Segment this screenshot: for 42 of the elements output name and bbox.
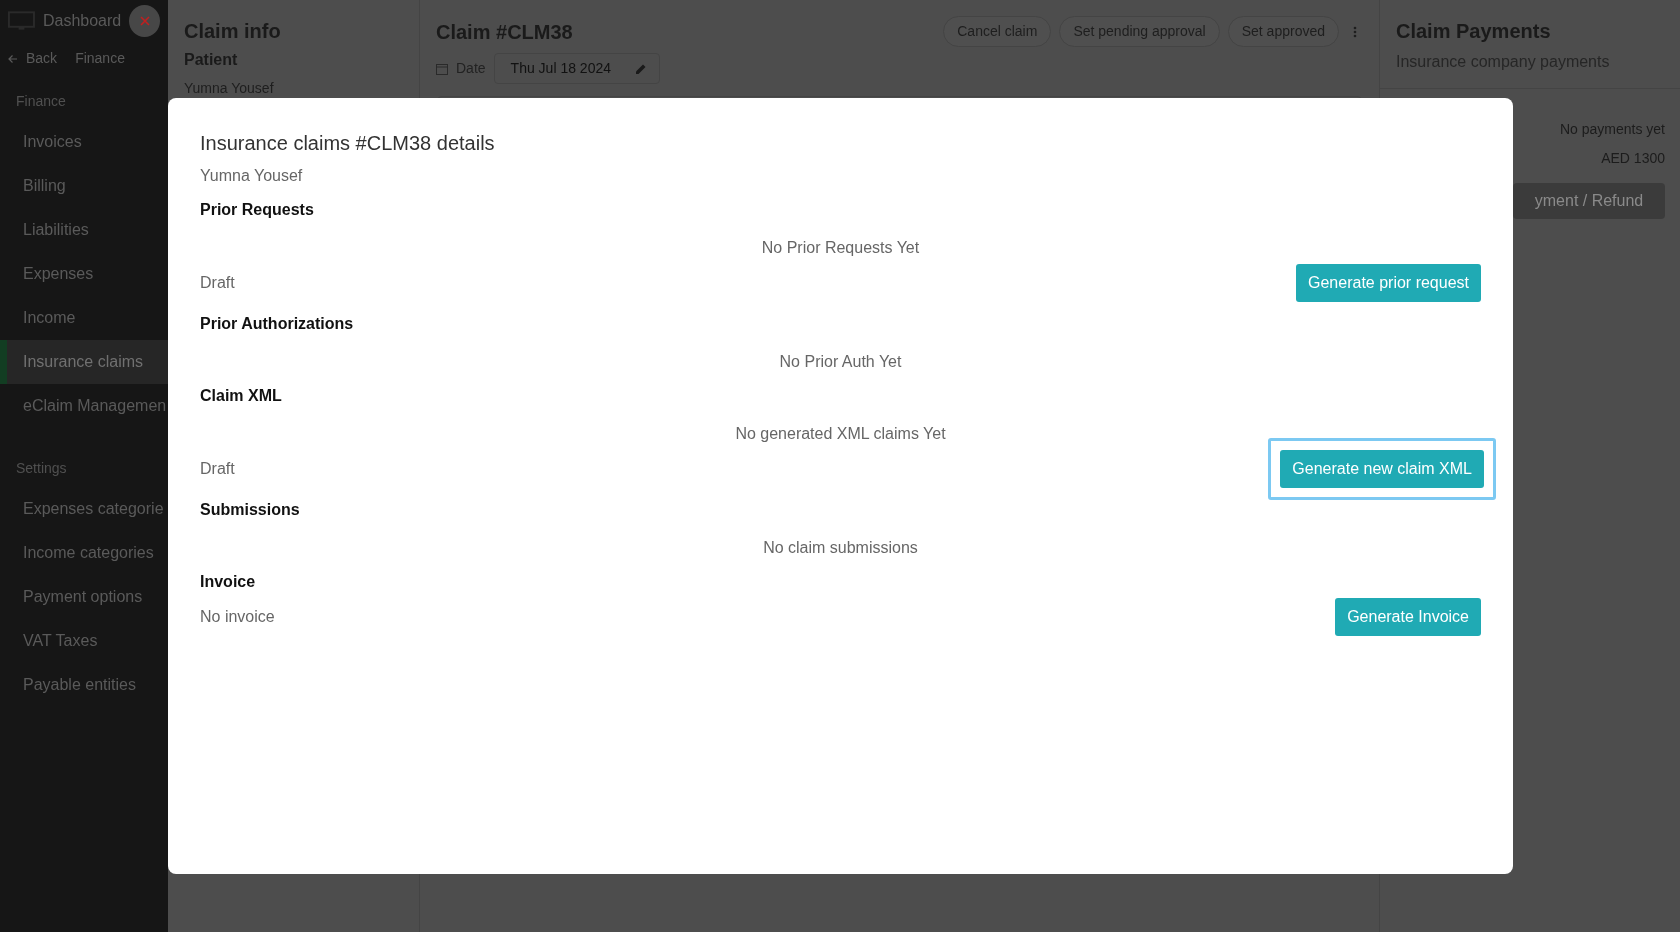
section-heading: Prior Authorizations [200,314,355,334]
sidebar-item[interactable]: Invoices [0,120,168,164]
modal-title: Insurance claims #CLM38 details [200,131,496,156]
calendar-icon [436,62,448,75]
close-button[interactable] [129,5,160,37]
section-header: Finance [15,92,67,111]
date-field[interactable]: Thu Jul 18 2024 [493,53,660,84]
section-heading: Invoice [200,572,257,592]
sidebar-item[interactable]: Payable entities [0,663,168,707]
sidebar-item[interactable]: Payment options [0,575,168,619]
sidebar-item[interactable]: Income categories [0,531,168,575]
section-heading: Prior Requests [200,200,315,220]
app-title: Dashboard [42,11,122,31]
status-label: Draft [200,459,235,479]
empty-message: No claim submissions [762,538,919,558]
section-heading: Submissions [200,500,301,520]
generate-button[interactable]: Generate new claim XML [1280,450,1484,488]
sidebar-item[interactable]: Insurance claims [0,340,168,384]
status-label: Draft [200,273,235,293]
section-heading: Claim XML [200,386,283,406]
close-icon[interactable] [139,16,150,26]
modal-subtitle: Yumna Yousef [200,166,304,186]
status-label: No invoice [200,607,275,627]
sidebar-item[interactable]: Billing [0,164,168,208]
sidebar-item[interactable]: Expenses categorie [0,487,168,531]
more-icon[interactable] [1353,25,1357,38]
empty-message: No generated XML claims Yet [734,424,947,444]
back-arrow-icon[interactable] [8,53,18,64]
breadcrumb-link[interactable]: Finance [75,48,125,69]
sidebar-item[interactable]: Expenses [0,252,168,296]
generate-button[interactable]: Generate prior request [1296,264,1481,302]
sidebar-item[interactable]: Income [0,296,168,340]
sidebar-item[interactable]: eClaim Managemen [0,384,168,428]
sidebar-item[interactable]: VAT Taxes [0,619,168,663]
empty-message: No Prior Requests Yet [760,238,921,258]
edit-icon[interactable] [635,62,647,75]
back-link[interactable]: Back [8,48,58,69]
section-header: Settings [15,459,68,478]
empty-message: No Prior Auth Yet [778,352,903,372]
generate-button[interactable]: Generate Invoice [1335,598,1481,636]
sidebar-item[interactable]: Liabilities [0,208,168,252]
payment-button[interactable]: yment / Refund [1513,183,1665,219]
